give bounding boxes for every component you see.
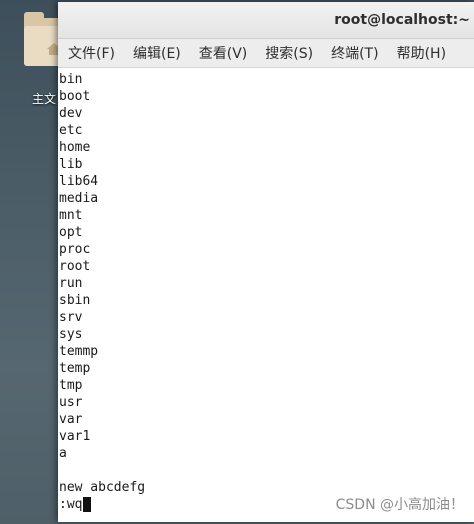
terminal-line: var [59, 412, 83, 427]
title-bar[interactable]: root@localhost:~ [58, 2, 474, 39]
terminal-line: media [59, 191, 99, 206]
terminal-line: sbin [59, 293, 91, 308]
terminal-line: root [59, 259, 91, 274]
terminal-line: opt [59, 225, 83, 240]
terminal-line: usr [59, 395, 83, 410]
terminal-content[interactable]: bin boot dev etc home lib lib64 media mn… [58, 68, 474, 513]
terminal-line: temmp [59, 344, 99, 359]
terminal-line: proc [59, 242, 91, 257]
watermark: CSDN @小高加油！ [335, 497, 464, 513]
terminal-line: boot [59, 89, 91, 104]
command-text: :wq [59, 497, 83, 512]
terminal-line: run [59, 276, 83, 291]
text-cursor [83, 497, 92, 512]
terminal-line: temp [59, 361, 91, 376]
terminal-line: srv [59, 310, 83, 325]
terminal-line: a [59, 446, 67, 461]
terminal-line: bin [59, 72, 83, 87]
menu-edit[interactable]: 编辑(E) [127, 40, 187, 66]
terminal-line: etc [59, 123, 83, 138]
desktop-icon-label: 主文 [32, 92, 57, 106]
terminal-line: dev [59, 106, 83, 121]
terminal-line: tmp [59, 378, 83, 393]
terminal-line: home [59, 140, 91, 155]
terminal-line: mnt [59, 208, 83, 223]
terminal-line: sys [59, 327, 83, 342]
menu-help[interactable]: 帮助(H) [391, 40, 452, 66]
menu-file[interactable]: 文件(F) [62, 40, 121, 66]
menu-view[interactable]: 查看(V) [193, 40, 254, 66]
menu-terminal[interactable]: 终端(T) [325, 40, 384, 66]
terminal-line: lib64 [59, 174, 99, 189]
menu-bar: 文件(F) 编辑(E) 查看(V) 搜索(S) 终端(T) 帮助(H) [58, 39, 474, 68]
terminal-line: lib [59, 157, 83, 172]
terminal-line: var1 [59, 429, 91, 444]
window-title: root@localhost:~ [334, 12, 470, 28]
menu-search[interactable]: 搜索(S) [259, 40, 319, 66]
terminal-window[interactable]: root@localhost:~ 文件(F) 编辑(E) 查看(V) 搜索(S)… [58, 2, 474, 522]
